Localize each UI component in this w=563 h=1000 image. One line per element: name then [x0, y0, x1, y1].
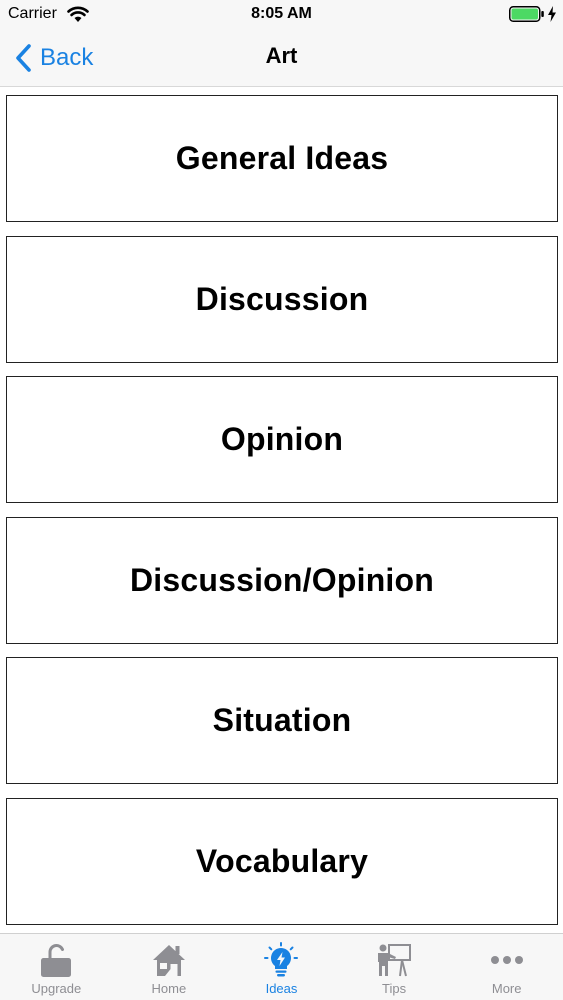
category-label: Vocabulary — [195, 843, 369, 879]
category-situation-button[interactable]: Situation — [6, 657, 558, 784]
category-list: General Ideas Discussion Opinion Discuss… — [0, 88, 563, 934]
category-label: Situation — [212, 702, 352, 738]
tab-upgrade[interactable]: Upgrade — [0, 934, 113, 1000]
category-general-ideas-button[interactable]: General Ideas — [6, 95, 558, 222]
tab-home[interactable]: Home — [113, 934, 226, 1000]
category-label: Discussion — [195, 281, 369, 317]
tab-label: Ideas — [265, 981, 298, 996]
category-label: Opinion — [220, 421, 344, 457]
charging-bolt-icon — [548, 6, 556, 22]
tab-label: Home — [151, 981, 187, 996]
battery-icon — [509, 6, 544, 22]
tab-ideas[interactable]: Ideas — [225, 934, 338, 1000]
lightbulb-icon — [264, 942, 299, 977]
status-time: 8:05 AM — [251, 5, 312, 22]
tab-label: Tips — [382, 981, 407, 996]
category-label: General Ideas — [175, 140, 389, 176]
category-label: Discussion/Opinion — [129, 562, 435, 598]
tab-label: Upgrade — [31, 981, 82, 996]
tab-tips[interactable]: Tips — [338, 934, 451, 1000]
teacher-board-icon — [378, 944, 412, 977]
lock-open-icon — [41, 944, 72, 977]
status-bar: Carrier 8:05 AM — [0, 0, 563, 30]
category-discussion-button[interactable]: Discussion — [6, 236, 558, 363]
home-icon — [152, 945, 185, 976]
tab-bar: Upgrade Home Ideas Tips More — [0, 933, 563, 1000]
tab-more[interactable]: More — [450, 934, 563, 1000]
tab-label: More — [491, 981, 522, 996]
navigation-bar: Back Art — [0, 30, 563, 87]
more-dots-icon — [490, 956, 523, 964]
category-opinion-button[interactable]: Opinion — [6, 376, 558, 503]
category-vocabulary-button[interactable]: Vocabulary — [6, 798, 558, 925]
app-screen: Carrier 8:05 AM Back Art General Ideas D… — [0, 0, 563, 1000]
category-discussion-opinion-button[interactable]: Discussion/Opinion — [6, 517, 558, 644]
page-title: Art — [265, 43, 298, 68]
